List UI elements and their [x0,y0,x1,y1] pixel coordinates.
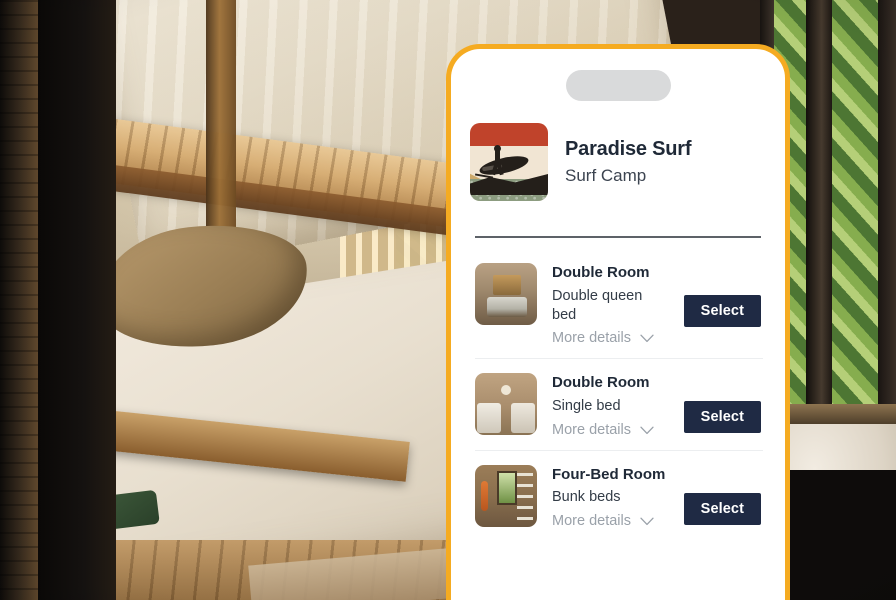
room-list-item[interactable]: Double Room Double queen bed More detail… [451,238,785,360]
phone-mockup-panel: Paradise Surf Surf Camp Double Room Doub… [446,44,790,600]
room-list-item[interactable]: Four-Bed Room Bunk beds More details Sel… [451,440,785,531]
property-type: Surf Camp [565,166,647,186]
more-details-toggle[interactable]: More details [552,329,669,348]
more-details-toggle[interactable]: More details [552,512,669,531]
room-bed-type: Bunk beds [552,489,621,506]
surfer-logo-icon [470,123,548,201]
bunk-room-photo [475,464,537,527]
more-details-label: More details [552,330,631,347]
room-info: Double Room Single bed More details [552,373,669,439]
thumb-window [497,470,517,505]
property-name: Paradise Surf [565,138,692,161]
thumb-surfboard [481,480,488,511]
background-window-mullion-c [878,0,896,412]
room-name: Four-Bed Room [552,465,666,483]
screenshot-stage: Paradise Surf Surf Camp Double Room Doub… [0,0,896,600]
logo-surfer-silhouette [490,145,507,176]
more-details-toggle[interactable]: More details [552,421,669,440]
room-info: Double Room Double queen bed More detail… [552,263,669,348]
room-bed-type: Single bed [552,398,621,415]
background-window-mullion-b [806,0,832,430]
property-header: Paradise Surf Surf Camp [451,101,785,201]
background-dark-frame [38,0,116,600]
twin-bedroom-photo [475,373,537,436]
queen-bedroom-photo [475,263,537,325]
thumb-lamp [501,385,511,396]
property-text-block: Paradise Surf Surf Camp [565,137,692,186]
logo-sky-band [470,123,548,147]
select-button[interactable]: Select [683,295,761,327]
select-button[interactable]: Select [683,401,761,434]
room-name: Double Room [552,264,650,281]
select-button[interactable]: Select [683,492,761,525]
more-details-label: More details [552,421,631,438]
status-bar-pill [565,70,671,101]
background-dark-base [788,470,896,600]
thumb-bunk-ladder [517,472,533,521]
room-info: Four-Bed Room Bunk beds More details [552,465,669,531]
room-list: Double Room Double queen bed More detail… [451,238,785,531]
chevron-down-icon [640,334,654,343]
room-bed-type: Double queen bed [552,287,643,323]
room-list-item[interactable]: Double Room Single bed More details Sele… [451,348,785,452]
chevron-down-icon [640,517,654,526]
more-details-label: More details [552,513,631,530]
chevron-down-icon [640,426,654,435]
room-name: Double Room [552,374,650,392]
